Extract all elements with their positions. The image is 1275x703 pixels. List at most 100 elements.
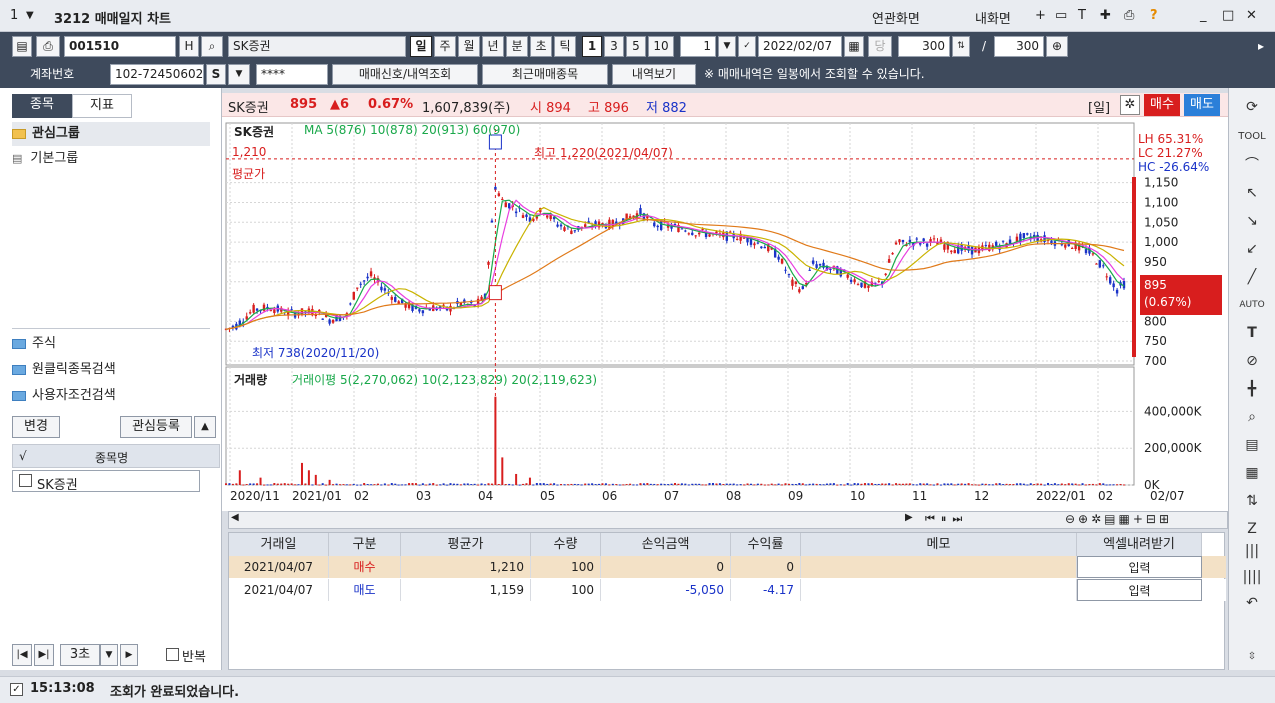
folder-item[interactable]: 원클릭종목검색 [12, 358, 210, 382]
folder-item[interactable]: 주식 [12, 332, 210, 356]
screen-icon[interactable]: ▤ [12, 36, 32, 57]
unit-button-3[interactable]: 3 [604, 36, 624, 57]
chevron-down-icon[interactable]: ▼ [100, 644, 118, 666]
related-screen-menu[interactable]: 연관화면 [872, 8, 920, 27]
table-cell[interactable]: 입력 [1077, 579, 1202, 601]
chart-scrollbar[interactable]: ◀ ▶ ⏮⏸⏭ ⊖⊕✲▤▦+⊟⊞ [228, 511, 1228, 529]
draw-icon[interactable]: ↘ [1237, 208, 1267, 234]
line-chart-icon[interactable]: ⌒ [1237, 152, 1267, 178]
list-item[interactable]: SK증권 [12, 470, 200, 493]
current-button[interactable]: 당 [868, 36, 892, 57]
calendar-icon[interactable]: ▦ [844, 36, 864, 57]
repeat-checkbox[interactable] [166, 648, 179, 661]
recent-stocks-button[interactable]: 최근매매종목 [482, 64, 608, 85]
play-icon[interactable]: ▶ [120, 644, 138, 666]
zoom-tools-icons[interactable]: ⊖⊕✲▤▦+⊟⊞ [1065, 512, 1172, 526]
window-icon[interactable]: ▭ [1055, 8, 1067, 23]
interest-group[interactable]: 관심그룹 [12, 122, 210, 146]
count-input[interactable]: 1 [680, 36, 716, 57]
table-row[interactable]: 2021/04/07 매도 1,159 100 -5,050 -4.17 입력 [229, 579, 1226, 601]
search-icon[interactable]: ⌕ [201, 36, 223, 57]
history-button[interactable]: H [179, 36, 199, 57]
period-button-1[interactable]: 주 [434, 36, 456, 57]
window-number[interactable]: 1 [10, 8, 18, 23]
scroll-left-icon[interactable]: ◀ [231, 512, 239, 523]
volume-bar [1005, 483, 1008, 485]
account-type-button[interactable]: S [206, 64, 226, 85]
tab-indicators[interactable]: 지표 [72, 94, 132, 118]
chart-area[interactable]: SK증권 895 ▲6 0.67% 1,607,839(주) 시 894 고 8… [222, 93, 1228, 511]
chevron-up-icon[interactable]: ▲ [194, 416, 216, 438]
data-icon[interactable]: ▤ [1237, 432, 1267, 458]
cursor-icon[interactable]: ↖ [1237, 180, 1267, 206]
compare-icon[interactable]: ⇅ [1237, 488, 1267, 514]
buy-button[interactable]: 매수 [1144, 94, 1180, 116]
maximize-icon[interactable]: □ [1222, 8, 1234, 23]
table-row[interactable]: 2021/04/07 매수 1,210 100 0 0 입력 [229, 556, 1226, 578]
chevron-down-icon[interactable]: ▼ [718, 36, 736, 57]
folder-item[interactable]: 사용자조건검색 [12, 384, 210, 408]
bars-icon[interactable]: ||| [1237, 538, 1267, 564]
spin-icon[interactable]: ⇅ [952, 36, 970, 57]
period-button-5[interactable]: 초 [530, 36, 552, 57]
view-count-input[interactable]: 300 [898, 36, 950, 57]
close-icon[interactable]: ✕ [1246, 8, 1257, 23]
period-button-6[interactable]: 틱 [554, 36, 576, 57]
candle-body [563, 227, 566, 231]
help-icon[interactable]: ? [1150, 8, 1158, 23]
period-button-4[interactable]: 분 [506, 36, 528, 57]
playback-controls[interactable]: ⏮⏸⏭ [925, 512, 968, 526]
account-number-field[interactable]: 102-72450602 [110, 64, 204, 85]
undo-icon[interactable]: ↶ [1237, 590, 1267, 616]
gear-icon[interactable]: ✲ [1120, 95, 1140, 115]
period-button-0[interactable]: 일 [410, 36, 432, 57]
stock-code-input[interactable]: 001510 [64, 36, 176, 57]
my-screen-menu[interactable]: 내화면 [975, 8, 1011, 27]
trendline-icon[interactable]: ╱ [1237, 264, 1267, 290]
first-icon[interactable]: |◀ [12, 644, 32, 666]
table-icon[interactable]: ▦ [1237, 460, 1267, 486]
tab-stocks[interactable]: 종목 [12, 94, 72, 118]
view-history-button[interactable]: 내역보기 [612, 64, 696, 85]
expand-icon[interactable]: ⇳ [1237, 644, 1267, 670]
change-button[interactable]: 변경 [12, 416, 60, 438]
total-count-input[interactable]: 300 [994, 36, 1044, 57]
unit-button-5[interactable]: 5 [626, 36, 646, 57]
table-cell[interactable]: 입력 [1077, 556, 1202, 578]
shape-icon[interactable]: ⊘ [1237, 348, 1267, 374]
chevron-down-icon[interactable]: ▼ [228, 64, 250, 85]
add-interest-button[interactable]: 관심등록 [120, 416, 192, 438]
unit-button-1[interactable]: 1 [582, 36, 602, 57]
period-button-2[interactable]: 월 [458, 36, 480, 57]
chevron-down-icon[interactable]: ▼ [26, 10, 34, 21]
text-icon[interactable]: T [1078, 8, 1086, 23]
checkbox-icon[interactable]: ✓ [738, 36, 756, 57]
unit-button-10[interactable]: 10 [648, 36, 674, 57]
chevron-right-icon[interactable]: ▸ [1258, 33, 1264, 60]
refresh-icon[interactable]: ⟳ [1237, 94, 1267, 120]
arrow-icon[interactable]: ↙ [1237, 236, 1267, 262]
period-button-3[interactable]: 년 [482, 36, 504, 57]
password-field[interactable]: **** [256, 64, 328, 85]
text-icon[interactable]: T [1237, 320, 1267, 346]
auto-icon[interactable]: AUTO [1237, 292, 1267, 318]
print-icon[interactable]: ⎙ [1124, 8, 1134, 23]
checkbox[interactable] [19, 474, 32, 487]
plus-icon[interactable]: + [1035, 8, 1046, 23]
price-chart[interactable]: 1,1501,1001,0501,000950900800750700400,0… [222, 117, 1228, 511]
sell-button[interactable]: 매도 [1184, 94, 1220, 116]
interval-select[interactable]: 3초 [60, 644, 100, 666]
signal-button[interactable]: 매매신호/내역조회 [332, 64, 478, 85]
pin-icon[interactable]: ✚ [1100, 8, 1111, 23]
magnifier-icon[interactable]: ⌕ [1237, 404, 1267, 430]
date-input[interactable]: 2022/02/07 [758, 36, 842, 57]
last-icon[interactable]: ▶| [34, 644, 54, 666]
print-icon[interactable]: ⎙ [36, 36, 60, 57]
tool-icon[interactable]: TOOL [1237, 124, 1267, 150]
basic-group[interactable]: ▤ 기본그룹 [12, 147, 210, 171]
minimize-icon[interactable]: _ [1200, 8, 1207, 23]
columns-icon[interactable]: |||| [1237, 564, 1267, 590]
zoom-icon[interactable]: ⊕ [1046, 36, 1068, 57]
scroll-right-icon[interactable]: ▶ [905, 512, 913, 523]
candle-icon[interactable]: ╋ [1237, 376, 1267, 402]
